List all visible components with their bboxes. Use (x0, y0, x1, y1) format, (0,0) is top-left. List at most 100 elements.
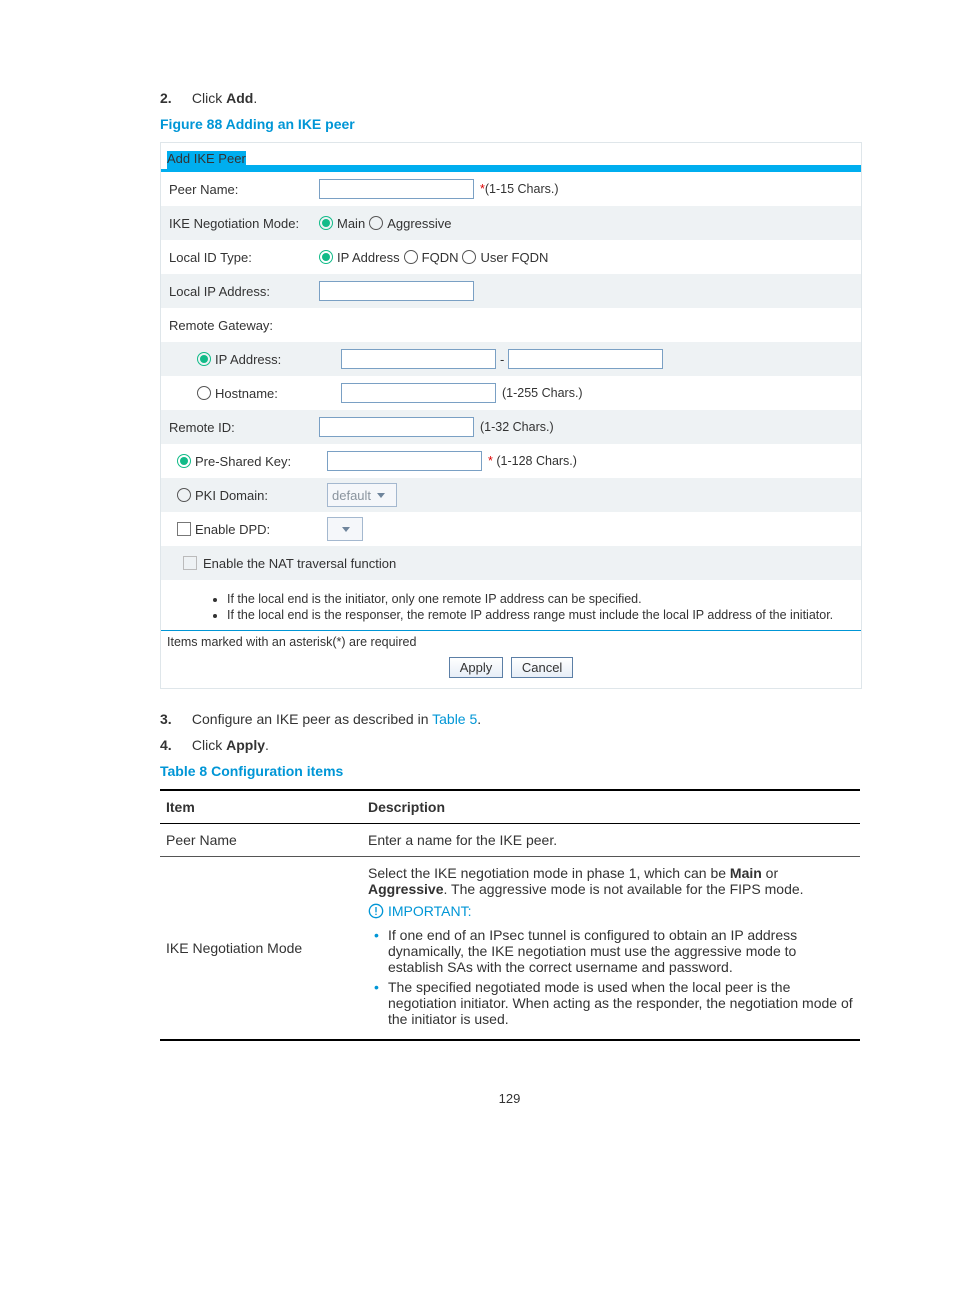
cell-neg-mode: IKE Negotiation Mode (160, 857, 362, 1041)
psk-hint: (1-128 Chars.) (496, 454, 577, 468)
config-table: Item Description Peer Name Enter a name … (160, 789, 860, 1041)
step-4-text-c: . (265, 737, 269, 753)
local-ip-input[interactable] (319, 281, 474, 301)
row-dpd: Enable DPD: (161, 512, 861, 546)
important-heading: IMPORTANT: (368, 903, 472, 919)
cancel-button[interactable]: Cancel (511, 657, 573, 678)
note-2: If the local end is the responser, the r… (227, 608, 851, 622)
neg-mode-label: IKE Negotiation Mode: (167, 216, 319, 231)
radio-fqdn[interactable] (404, 250, 418, 264)
radio-remote-ip[interactable] (197, 352, 211, 366)
chevron-down-icon (377, 493, 385, 498)
step-4-text-a: Click (192, 737, 226, 753)
radio-aggressive[interactable] (369, 216, 383, 230)
radio-remote-hostname[interactable] (197, 386, 211, 400)
radio-pki[interactable] (177, 488, 191, 502)
step-4: 4. Click Apply. (160, 737, 859, 753)
important-bullet-1: If one end of an IPsec tunnel is configu… (368, 927, 854, 975)
note-1: If the local end is the initiator, only … (227, 592, 851, 606)
required-note: Items marked with an asterisk(*) are req… (161, 631, 861, 651)
row-remote-id: Remote ID: (1-32 Chars.) (161, 410, 861, 444)
remote-id-hint: (1-32 Chars.) (480, 420, 554, 434)
th-desc: Description (362, 790, 860, 824)
nat-label: Enable the NAT traversal function (203, 556, 396, 571)
remote-id-input[interactable] (319, 417, 474, 437)
peer-name-input[interactable] (319, 179, 474, 199)
table-row: Peer Name Enter a name for the IKE peer. (160, 824, 860, 857)
add-ike-peer-form: Add IKE Peer Peer Name: *(1-15 Chars.) I… (160, 142, 862, 689)
step-3-text-c: . (477, 711, 481, 727)
remote-hostname-input[interactable] (341, 383, 496, 403)
psk-input[interactable] (327, 451, 482, 471)
page-number: 129 (160, 1091, 859, 1106)
table-caption: Table 8 Configuration items (160, 763, 859, 779)
row-psk: Pre-Shared Key: * (1-128 Chars.) (161, 444, 861, 478)
dpd-label: Enable DPD: (195, 522, 270, 537)
psk-label: Pre-Shared Key: (195, 454, 291, 469)
table-5-link[interactable]: Table 5 (432, 711, 477, 727)
pki-select[interactable]: default (327, 483, 397, 507)
cell-neg-mode-desc: Select the IKE negotiation mode in phase… (362, 857, 860, 1041)
important-label: IMPORTANT: (388, 903, 472, 919)
step-4-number: 4. (160, 737, 188, 753)
row-remote-hostname: Hostname: (1-255 Chars.) (161, 376, 861, 410)
radio-psk[interactable] (177, 454, 191, 468)
important-icon (368, 903, 384, 919)
remote-ip-start-input[interactable] (341, 349, 496, 369)
remote-ip-dash: - (500, 352, 504, 367)
radio-user-fqdn[interactable] (462, 250, 476, 264)
radio-ip-label: IP Address (337, 250, 400, 265)
r2-p1d: Aggressive (368, 881, 443, 897)
step-2-text-a: Click (192, 90, 226, 106)
radio-main-label: Main (337, 216, 365, 231)
row-pki: PKI Domain: default (161, 478, 861, 512)
checkbox-nat[interactable] (183, 556, 197, 570)
row-nat: Enable the NAT traversal function (161, 546, 861, 580)
th-item: Item (160, 790, 362, 824)
pki-label: PKI Domain: (195, 488, 268, 503)
peer-name-hint: (1-15 Chars.) (485, 182, 559, 196)
dpd-select[interactable] (327, 517, 363, 541)
row-remote-gateway: Remote Gateway: (161, 308, 861, 342)
step-2-text-c: . (253, 90, 257, 106)
peer-name-label: Peer Name: (167, 182, 319, 197)
tab-row: Add IKE Peer (161, 143, 861, 169)
checkbox-dpd[interactable] (177, 522, 191, 536)
radio-main[interactable] (319, 216, 333, 230)
row-local-ip: Local IP Address: (161, 274, 861, 308)
chevron-down-icon (342, 527, 350, 532)
row-remote-ip: IP Address: - (161, 342, 861, 376)
psk-star: * (488, 454, 493, 468)
remote-ip-end-input[interactable] (508, 349, 663, 369)
remote-hostname-label: Hostname: (215, 386, 278, 401)
r2-p1a: Select the IKE negotiation mode in phase… (368, 865, 730, 881)
local-id-type-label: Local ID Type: (167, 250, 319, 265)
radio-fqdn-label: FQDN (422, 250, 459, 265)
remote-ip-label: IP Address: (215, 352, 281, 367)
remote-gateway-label: Remote Gateway: (167, 318, 319, 333)
radio-aggressive-label: Aggressive (387, 216, 451, 231)
step-2: 2. Click Add. (160, 90, 859, 106)
radio-ip-address[interactable] (319, 250, 333, 264)
apply-button[interactable]: Apply (449, 657, 504, 678)
cell-peer-name-desc: Enter a name for the IKE peer. (362, 824, 860, 857)
page: 2. Click Add. Figure 88 Adding an IKE pe… (0, 0, 954, 1166)
step-3-number: 3. (160, 711, 188, 727)
radio-user-fqdn-label: User FQDN (480, 250, 548, 265)
step-2-bold: Add (226, 90, 253, 106)
table-row: IKE Negotiation Mode Select the IKE nego… (160, 857, 860, 1041)
cell-peer-name: Peer Name (160, 824, 362, 857)
step-2-number: 2. (160, 90, 188, 106)
important-bullet-2: The specified negotiated mode is used wh… (368, 979, 854, 1027)
step-4-bold: Apply (226, 737, 265, 753)
step-3-text-a: Configure an IKE peer as described in (192, 711, 432, 727)
pki-select-value: default (332, 488, 371, 503)
figure-caption: Figure 88 Adding an IKE peer (160, 116, 859, 132)
remote-hostname-hint: (1-255 Chars.) (502, 386, 583, 400)
button-row: Apply Cancel (161, 651, 861, 688)
row-peer-name: Peer Name: *(1-15 Chars.) (161, 172, 861, 206)
tab-add-ike-peer[interactable]: Add IKE Peer (167, 151, 246, 166)
step-3: 3. Configure an IKE peer as described in… (160, 711, 859, 727)
r2-p1e: . The aggressive mode is not available f… (443, 881, 803, 897)
local-ip-label: Local IP Address: (167, 284, 319, 299)
